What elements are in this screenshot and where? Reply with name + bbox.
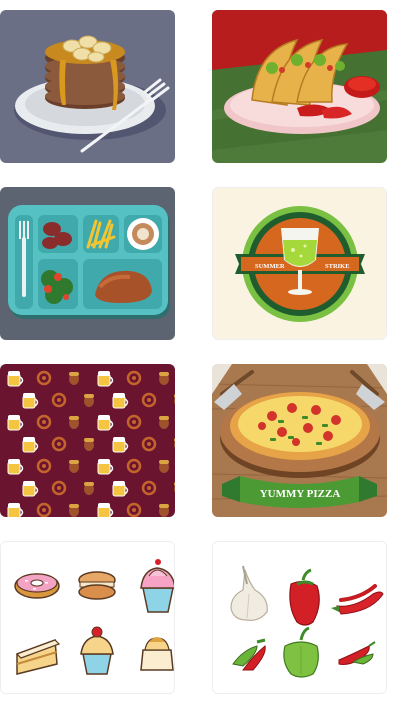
lunch-tray-thumbnail[interactable] <box>0 187 175 340</box>
drink-badge-icon: SUMMER STRIKE <box>213 188 386 339</box>
summer-drink-thumbnail[interactable]: SUMMER STRIKE <box>212 187 387 340</box>
lunch-tray-icon <box>0 187 175 340</box>
beer-pattern-thumbnail[interactable] <box>0 364 175 517</box>
badge-left-text: SUMMER <box>255 263 285 270</box>
donut-icon <box>14 573 60 599</box>
tacos-thumbnail[interactable] <box>212 10 387 163</box>
tacos-icon <box>212 10 387 163</box>
yummy-pizza-thumbnail[interactable]: YUMMY PIZZA <box>212 364 387 517</box>
pizza-banner-text: YUMMY PIZZA <box>260 488 341 500</box>
image-grid: SUMMER STRIKE YUMMY PIZZA <box>0 0 400 709</box>
pizza-icon: YUMMY PIZZA <box>212 364 387 517</box>
badge-right-text: STRIKE <box>325 263 350 270</box>
pancake-stack-icon <box>0 10 175 163</box>
desserts-icon <box>1 542 174 693</box>
beer-pattern-icon <box>0 364 175 517</box>
desserts-thumbnail[interactable] <box>0 541 175 694</box>
vegetables-thumbnail[interactable] <box>212 541 387 694</box>
pancakes-thumbnail[interactable] <box>0 10 175 163</box>
vegetables-icon <box>213 542 386 693</box>
macaron-icon <box>78 571 116 600</box>
